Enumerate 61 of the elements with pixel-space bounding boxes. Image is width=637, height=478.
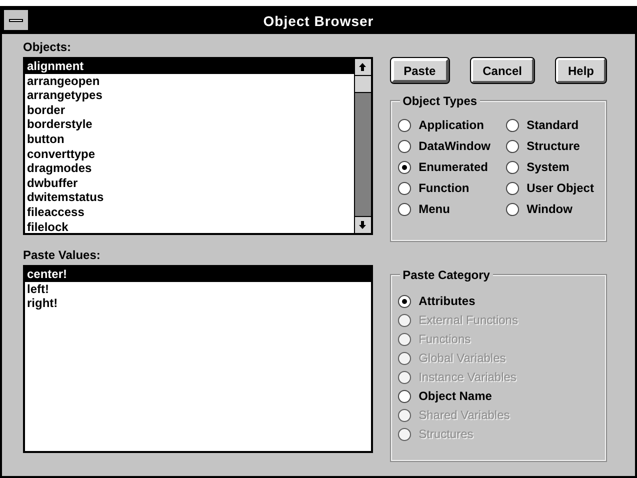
down-arrow-icon <box>359 221 366 229</box>
system-menu-button[interactable] <box>4 10 28 30</box>
list-item[interactable]: center! <box>25 267 371 282</box>
list-item[interactable]: alignment <box>25 59 354 74</box>
scroll-thumb[interactable] <box>354 76 371 93</box>
list-item[interactable]: converttype <box>25 146 354 162</box>
radio-button[interactable] <box>506 202 519 216</box>
option-label: Attributes <box>418 294 476 308</box>
option-label: Menu <box>418 202 450 216</box>
option-label: Enumerated <box>418 160 488 174</box>
option-label: Window <box>526 202 572 216</box>
list-item[interactable]: fileaccess <box>25 204 354 220</box>
option-label: Object Name <box>418 389 492 403</box>
list-item[interactable]: left! <box>25 282 371 296</box>
list-item[interactable]: dragmodes <box>25 161 354 176</box>
option-label: User Object <box>526 181 594 195</box>
up-arrow-icon <box>359 63 366 71</box>
option-label: DataWindow <box>418 139 490 153</box>
scroll-down-button[interactable] <box>354 216 371 233</box>
list-item[interactable]: borderstyle <box>25 117 354 132</box>
list-item[interactable]: right! <box>25 296 371 311</box>
radio-button[interactable] <box>398 182 411 194</box>
list-item[interactable]: dwbuffer <box>25 176 354 190</box>
option-label: Standard <box>526 118 579 132</box>
option-label: External Functions <box>418 313 518 327</box>
list-item[interactable]: filelock <box>25 220 354 234</box>
radio-button[interactable] <box>398 118 411 132</box>
radio-button[interactable] <box>506 118 519 132</box>
list-box[interactable]: center! left! right! <box>23 265 373 453</box>
list-item[interactable]: arrangetypes <box>25 88 354 103</box>
group-title: Object Types <box>400 93 480 109</box>
option-label: Instance Variables <box>418 370 516 384</box>
radio-button[interactable] <box>398 140 411 152</box>
list-item[interactable]: border <box>25 102 354 118</box>
radio-button[interactable] <box>398 294 411 308</box>
radio-button[interactable] <box>506 160 519 174</box>
option-label: System <box>526 160 570 174</box>
dialog-button[interactable]: Help <box>556 58 606 83</box>
paste-values-label: Paste Values: <box>23 247 102 264</box>
radio-button[interactable] <box>506 182 519 194</box>
window-title: Object Browser <box>263 12 374 31</box>
radio-button[interactable] <box>398 160 411 174</box>
option-label: Global Variables <box>418 351 506 365</box>
objects-label: Objects: <box>23 39 72 56</box>
list-item[interactable]: button <box>25 132 354 147</box>
radio-button[interactable] <box>506 140 519 152</box>
scroll-up-button[interactable] <box>354 59 371 76</box>
option-label: Application <box>418 118 484 132</box>
option-label: Structure <box>526 139 580 153</box>
dialog-button[interactable]: Paste <box>390 58 449 83</box>
dialog-button[interactable]: Cancel <box>470 58 534 83</box>
option-label: Shared Variables <box>418 408 510 422</box>
radio-button[interactable] <box>398 202 411 216</box>
list-item[interactable]: arrangeopen <box>25 74 354 88</box>
option-label: Function <box>418 181 470 195</box>
option-label: Structures <box>418 427 474 441</box>
scrollbar[interactable] <box>354 59 371 233</box>
list-item[interactable]: dwitemstatus <box>25 190 354 205</box>
option-label: Functions <box>418 332 471 346</box>
radio-button[interactable] <box>398 390 411 402</box>
list-box[interactable]: alignment arrangeopen arrangetypes border borderstyle button converttype dragmodes dwbuffer dwitemstatus fileaccess filelock <box>23 57 373 235</box>
